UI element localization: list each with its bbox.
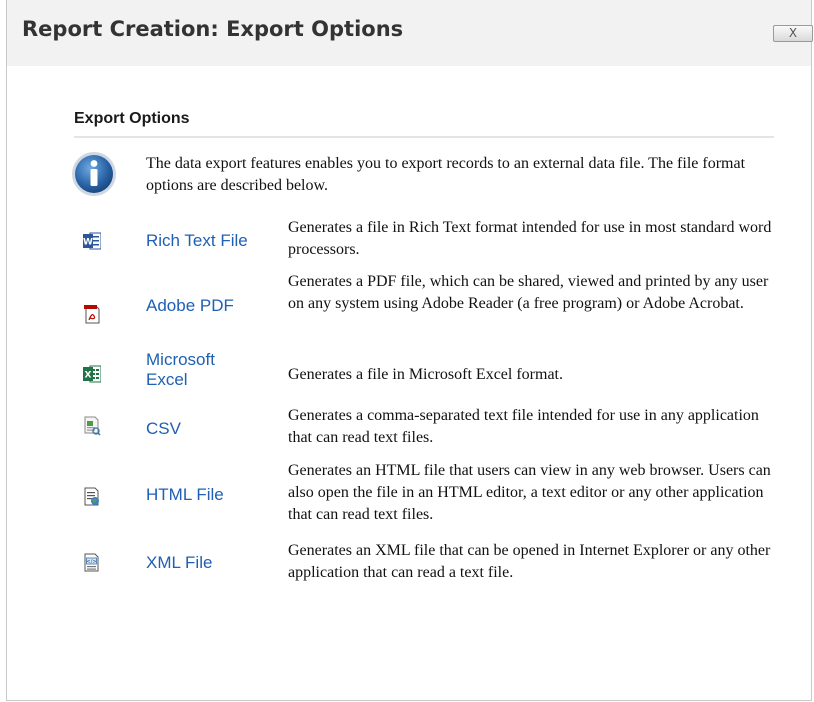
- format-description: Generates a file in Microsoft Excel form…: [288, 366, 563, 383]
- dialog-titlebar: Report Creation: Export Options X: [7, 0, 813, 66]
- format-link-html[interactable]: HTML File: [146, 485, 276, 505]
- svg-text:W: W: [83, 238, 93, 248]
- word-doc-icon[interactable]: W: [83, 231, 101, 251]
- format-description: Generates a comma-separated text file in…: [288, 407, 759, 446]
- format-link-csv[interactable]: CSV: [146, 419, 276, 439]
- close-icon: X: [788, 26, 798, 40]
- close-button[interactable]: X: [773, 25, 813, 42]
- export-options-dialog: Report Creation: Export Options X Export…: [6, 0, 813, 701]
- format-link-rich-text[interactable]: Rich Text File: [146, 231, 276, 251]
- format-description: Generates a PDF file, which can be share…: [288, 273, 769, 312]
- section-divider: [74, 136, 774, 138]
- format-description: Generates an XML file that can be opened…: [288, 542, 771, 581]
- excel-icon[interactable]: X: [83, 364, 101, 384]
- csv-icon[interactable]: [83, 416, 101, 436]
- html-file-icon[interactable]: [83, 487, 101, 507]
- format-description: Generates a file in Rich Text format int…: [288, 219, 772, 258]
- info-icon: [72, 152, 116, 196]
- xml-file-icon[interactable]: </>: [83, 553, 101, 573]
- intro-text: The data export features enables you to …: [146, 155, 746, 194]
- pdf-icon[interactable]: [83, 304, 101, 324]
- format-link-xml[interactable]: XML File: [146, 553, 276, 573]
- svg-text:X: X: [85, 371, 92, 381]
- format-link-pdf[interactable]: Adobe PDF: [146, 296, 276, 316]
- format-description: Generates an HTML file that users can vi…: [288, 462, 771, 523]
- svg-text:</>: </>: [86, 559, 96, 565]
- dialog-title: Report Creation: Export Options: [22, 17, 404, 41]
- section-title: Export Options: [74, 110, 190, 127]
- format-link-excel[interactable]: Microsoft Excel: [146, 350, 246, 390]
